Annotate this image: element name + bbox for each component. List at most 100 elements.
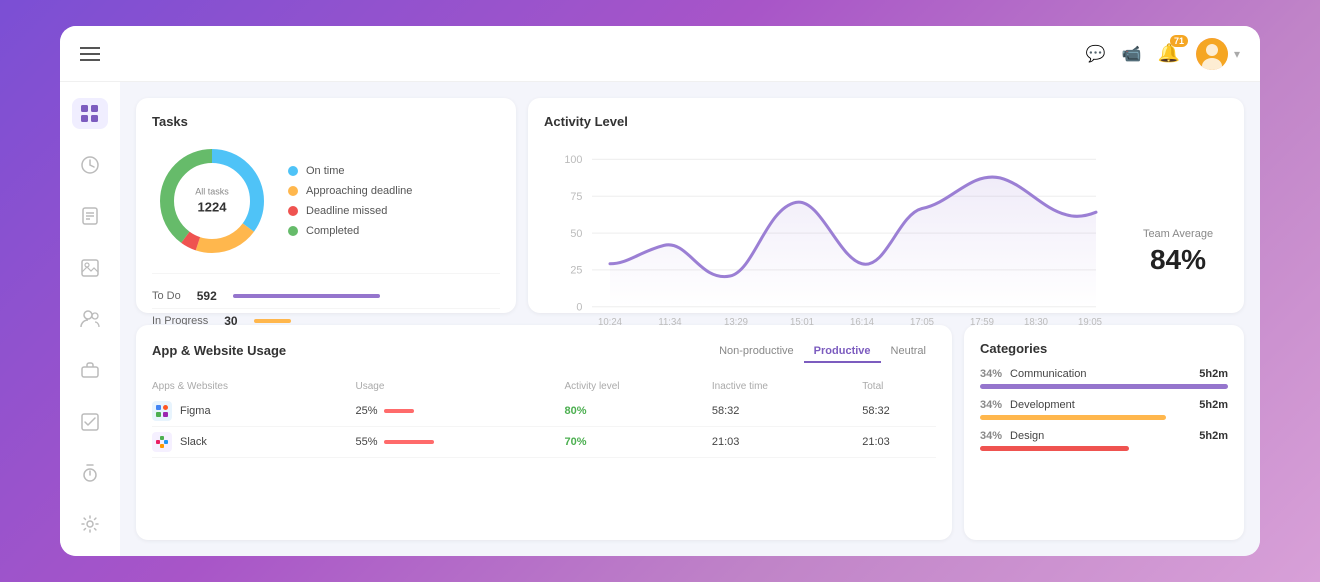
legend-label-missed: Deadline missed (306, 205, 387, 217)
stat-todo-value: 592 (197, 289, 217, 303)
figma-total: 58:32 (862, 396, 936, 427)
sidebar-item-image[interactable] (72, 252, 108, 283)
user-avatar-container[interactable]: ▾ (1196, 38, 1240, 70)
col-usage: Usage (355, 377, 564, 396)
usage-title: App & Website Usage (152, 343, 286, 358)
app-container: 💬 📹 🔔 71 ▾ (60, 26, 1260, 556)
slack-activity: 70% (565, 427, 712, 458)
row1: Tasks (136, 98, 1244, 313)
notification-icon[interactable]: 🔔 71 (1158, 43, 1180, 64)
svg-text:17:05: 17:05 (910, 317, 934, 328)
notification-badge: 71 (1170, 35, 1188, 47)
activity-card: Activity Level 100 (528, 98, 1244, 313)
slack-icon (152, 432, 172, 452)
activity-title: Activity Level (544, 114, 1228, 129)
activity-chart: 100 75 50 25 0 (544, 141, 1120, 362)
svg-text:0: 0 (576, 301, 582, 313)
topbar-left (80, 47, 100, 61)
cat-comm-bar (980, 384, 1228, 389)
stat-inprogress-bar-container (254, 319, 500, 323)
app-name-slack: Slack (152, 427, 355, 458)
slack-inactive: 21:03 (712, 427, 862, 458)
cat-dev-bar (980, 415, 1166, 420)
table-row: Slack 55% 70% 21:03 (152, 427, 936, 458)
sidebar-item-dashboard[interactable] (72, 98, 108, 129)
sidebar-item-clock[interactable] (72, 149, 108, 180)
col-total: Total (862, 377, 936, 396)
svg-text:50: 50 (570, 228, 582, 240)
svg-text:15:01: 15:01 (790, 317, 814, 328)
usage-table-header: Apps & Websites Usage Activity level Ina… (152, 377, 936, 396)
legend-approaching: Approaching deadline (288, 185, 500, 197)
cat-dev-pct: 34% (980, 399, 1002, 411)
topbar: 💬 📹 🔔 71 ▾ (60, 26, 1260, 82)
slack-total: 21:03 (862, 427, 936, 458)
legend-label-approaching: Approaching deadline (306, 185, 412, 197)
slack-usage: 55% (355, 427, 564, 458)
sidebar (60, 82, 120, 556)
svg-text:13:29: 13:29 (724, 317, 748, 328)
cat-comm-name: Communication (1010, 368, 1191, 380)
col-apps: Apps & Websites (152, 377, 355, 396)
svg-text:11:34: 11:34 (658, 317, 682, 328)
team-avg-label: Team Average (1143, 228, 1213, 240)
app-name-figma: Figma (152, 396, 355, 427)
legend-dot-ontime (288, 166, 298, 176)
content-area: Tasks (120, 82, 1260, 556)
donut-center: All tasks 1224 (195, 186, 229, 217)
category-development: 34% Development 5h2m (980, 399, 1228, 420)
sidebar-item-users[interactable] (72, 303, 108, 334)
topbar-right: 💬 📹 🔔 71 ▾ (1086, 38, 1240, 70)
sidebar-item-checklist[interactable] (72, 406, 108, 437)
svg-text:10:24: 10:24 (598, 317, 623, 328)
svg-text:100: 100 (564, 154, 582, 166)
cat-dev-name: Development (1010, 399, 1191, 411)
cat-design-pct: 34% (980, 430, 1002, 442)
figma-activity: 80% (565, 396, 712, 427)
tasks-legend: On time Approaching deadline Deadline mi… (288, 141, 500, 261)
legend-dot-completed (288, 226, 298, 236)
col-activity: Activity level (565, 377, 712, 396)
tasks-body: All tasks 1224 On time (152, 141, 500, 261)
category-communication: 34% Communication 5h2m (980, 368, 1228, 389)
svg-text:18:30: 18:30 (1024, 317, 1049, 328)
chat-icon[interactable]: 💬 (1086, 44, 1106, 64)
stat-todo: To Do 592 (152, 284, 500, 309)
stat-todo-bar (233, 294, 380, 298)
svg-text:75: 75 (570, 191, 582, 203)
col-inactive: Inactive time (712, 377, 862, 396)
hamburger-menu[interactable] (80, 47, 100, 61)
category-design: 34% Design 5h2m (980, 430, 1228, 451)
tasks-card: Tasks (136, 98, 516, 313)
sidebar-item-timer[interactable] (72, 457, 108, 488)
svg-text:25: 25 (570, 264, 582, 276)
svg-text:19:05: 19:05 (1078, 317, 1102, 328)
cat-design-name: Design (1010, 430, 1191, 442)
avatar (1196, 38, 1228, 70)
legend-ontime: On time (288, 165, 500, 177)
legend-missed: Deadline missed (288, 205, 500, 217)
cat-comm-time: 5h2m (1199, 368, 1228, 380)
video-icon[interactable]: 📹 (1122, 44, 1142, 64)
table-row: Figma 25% 80% 58:32 (152, 396, 936, 427)
stat-todo-bar-container (233, 294, 500, 298)
cat-dev-time: 5h2m (1199, 399, 1228, 411)
sidebar-item-settings[interactable] (72, 509, 108, 540)
legend-dot-missed (288, 206, 298, 216)
cat-design-time: 5h2m (1199, 430, 1228, 442)
figma-icon (152, 401, 172, 421)
legend-dot-approaching (288, 186, 298, 196)
team-avg-value: 84% (1150, 244, 1206, 276)
stat-todo-label: To Do (152, 290, 181, 302)
svg-text:16:14: 16:14 (850, 317, 875, 328)
main-layout: Tasks (60, 82, 1260, 556)
sidebar-item-notes[interactable] (72, 201, 108, 232)
tasks-donut: All tasks 1224 (152, 141, 272, 261)
sidebar-item-briefcase[interactable] (72, 355, 108, 386)
cat-design-bar (980, 446, 1129, 451)
svg-text:17:59: 17:59 (970, 317, 994, 328)
chevron-down-icon: ▾ (1234, 47, 1240, 61)
legend-completed: Completed (288, 225, 500, 237)
usage-table: Apps & Websites Usage Activity level Ina… (152, 377, 936, 458)
figma-usage: 25% (355, 396, 564, 427)
